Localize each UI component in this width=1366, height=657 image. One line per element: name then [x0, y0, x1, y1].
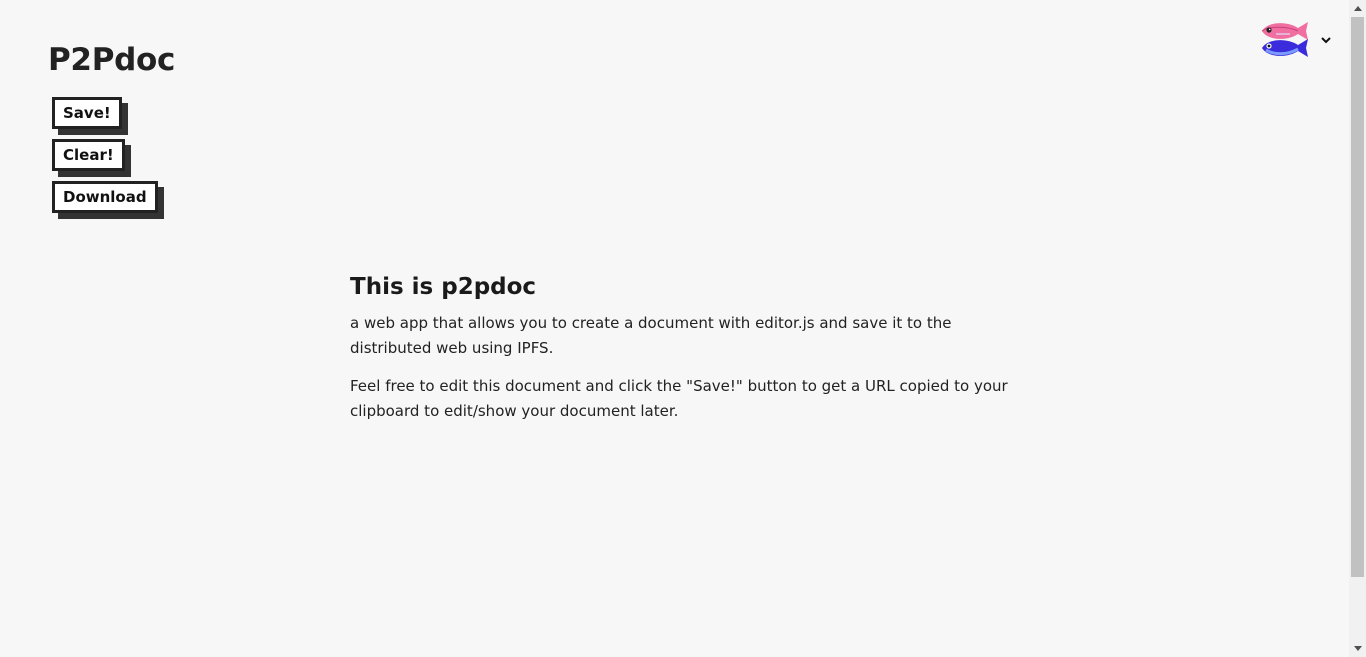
- chevron-down-icon[interactable]: [1320, 34, 1332, 46]
- download-button-wrapper: Download: [52, 181, 164, 219]
- document-paragraph[interactable]: Feel free to edit this document and clic…: [350, 374, 1010, 424]
- scrollbar-thumb[interactable]: [1351, 17, 1364, 577]
- download-button[interactable]: Download: [52, 181, 158, 213]
- document-editor[interactable]: This is p2pdoc a web app that allows you…: [350, 268, 1010, 424]
- clear-button-wrapper: Clear!: [52, 139, 131, 177]
- vertical-scrollbar[interactable]: [1349, 0, 1366, 657]
- clear-button[interactable]: Clear!: [52, 139, 125, 171]
- app-title: P2Pdoc: [48, 42, 176, 78]
- save-button-wrapper: Save!: [52, 97, 128, 135]
- document-paragraph[interactable]: a web app that allows you to create a do…: [350, 311, 1010, 361]
- page: P2Pdoc Save! Clear! Download This is p2p…: [0, 0, 1366, 657]
- scroll-down-arrow-icon[interactable]: [1349, 640, 1366, 657]
- save-button[interactable]: Save!: [52, 97, 122, 129]
- scroll-up-arrow-icon[interactable]: [1349, 0, 1366, 17]
- fish-avatar-icon[interactable]: [1258, 19, 1312, 61]
- user-menu[interactable]: [1258, 18, 1334, 62]
- document-heading[interactable]: This is p2pdoc: [350, 268, 1010, 306]
